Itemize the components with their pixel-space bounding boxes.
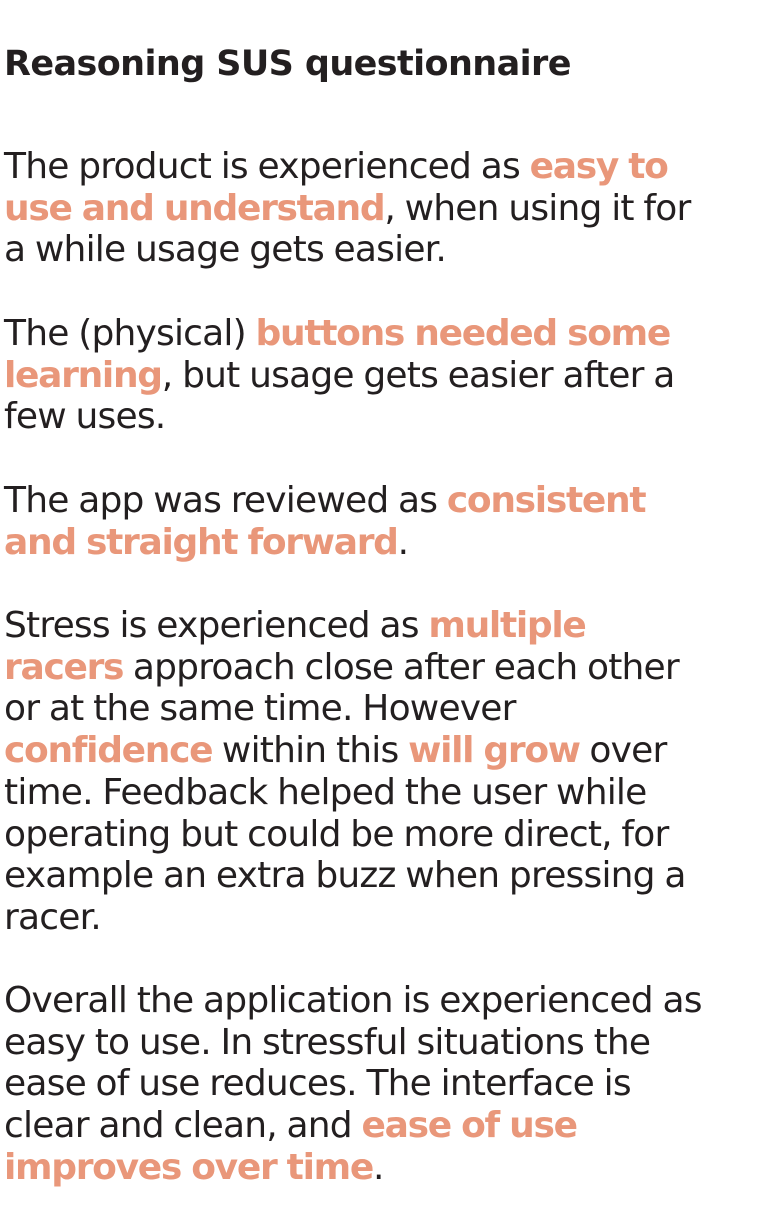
highlight-phrase: will grow (408, 730, 581, 772)
paragraph-text: The (physical) (4, 313, 256, 354)
paragraph-text: within this (212, 730, 409, 772)
highlight-phrase: confidence (4, 730, 214, 772)
paragraph-text: . (372, 1146, 384, 1188)
paragraph-ease-of-understanding: The product is experienced as easy to us… (4, 146, 704, 271)
paragraph-text: The app was reviewed as (4, 480, 447, 521)
paragraph-physical-buttons: The (physical) buttons needed some learn… (4, 313, 704, 438)
paragraph-app-review: The app was reviewed as consistent and s… (4, 480, 704, 563)
paragraph-text: Stress is experienced as (4, 605, 429, 646)
paragraph-overall: Overall the application is experienced a… (4, 980, 704, 1189)
page-title: Reasoning SUS questionnaire (4, 44, 571, 84)
paragraph-text: The product is experienced as (4, 146, 530, 187)
paragraph-text: . (397, 521, 409, 563)
paragraph-stress: Stress is experienced as multiple racers… (4, 605, 704, 939)
paragraph-text: Overall the application is experienced a… (4, 980, 702, 1147)
